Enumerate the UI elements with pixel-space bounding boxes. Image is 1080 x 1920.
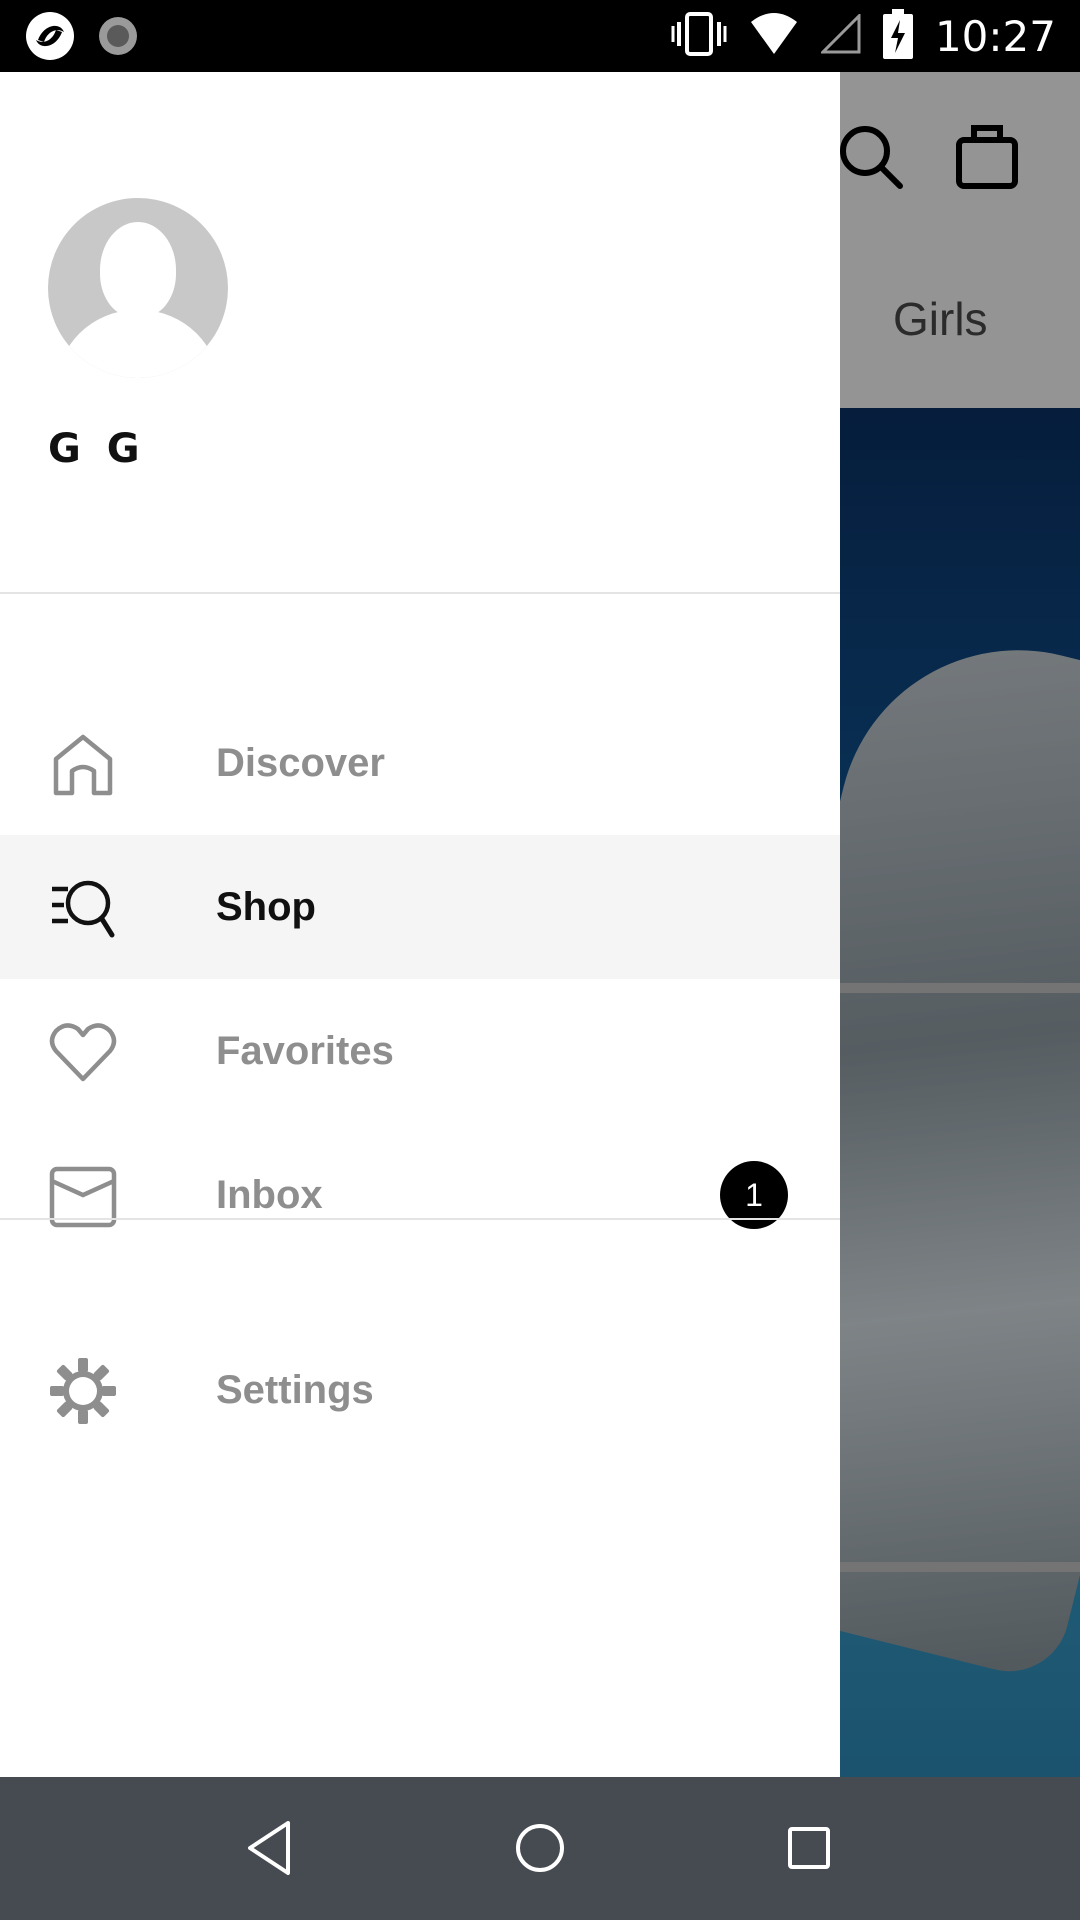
app-logo-icon xyxy=(24,10,76,67)
status-bar: 10:27 xyxy=(0,0,1080,72)
menu-item-label: Shop xyxy=(216,884,316,929)
menu-item-label: Inbox xyxy=(216,1172,323,1217)
battery-charging-icon xyxy=(882,8,913,64)
menu-item-shop[interactable]: Shop xyxy=(0,835,840,979)
menu-item-label: Favorites xyxy=(216,1028,394,1073)
vibrate-icon xyxy=(671,10,727,63)
shop-search-icon xyxy=(48,873,118,943)
recents-icon[interactable] xyxy=(774,1813,844,1883)
wifi-icon xyxy=(749,12,799,61)
menu-item-label: Settings xyxy=(216,1367,374,1412)
menu-item-inbox[interactable]: Inbox 1 xyxy=(0,1123,840,1267)
home-circle-icon[interactable] xyxy=(505,1813,575,1883)
menu-item-label: Discover xyxy=(216,740,385,785)
system-nav-bar xyxy=(0,1777,1080,1920)
default-avatar-icon[interactable] xyxy=(48,198,228,378)
sync-icon xyxy=(96,14,140,63)
home-icon xyxy=(48,729,118,799)
menu-item-discover[interactable]: Discover xyxy=(0,691,840,835)
divider xyxy=(0,1218,840,1220)
divider xyxy=(0,592,840,594)
status-time: 10:27 xyxy=(934,11,1056,61)
menu-item-settings[interactable]: Settings xyxy=(0,1318,840,1462)
inbox-icon xyxy=(48,1161,118,1231)
signal-icon xyxy=(819,11,861,59)
navigation-drawer: G G Discover Shop Favorites Inbox 1 Sett… xyxy=(0,72,840,1777)
back-icon[interactable] xyxy=(236,1813,306,1883)
heart-icon xyxy=(48,1017,118,1087)
user-name: G G xyxy=(48,426,146,472)
gear-icon xyxy=(48,1356,118,1426)
menu-item-favorites[interactable]: Favorites xyxy=(0,979,840,1123)
